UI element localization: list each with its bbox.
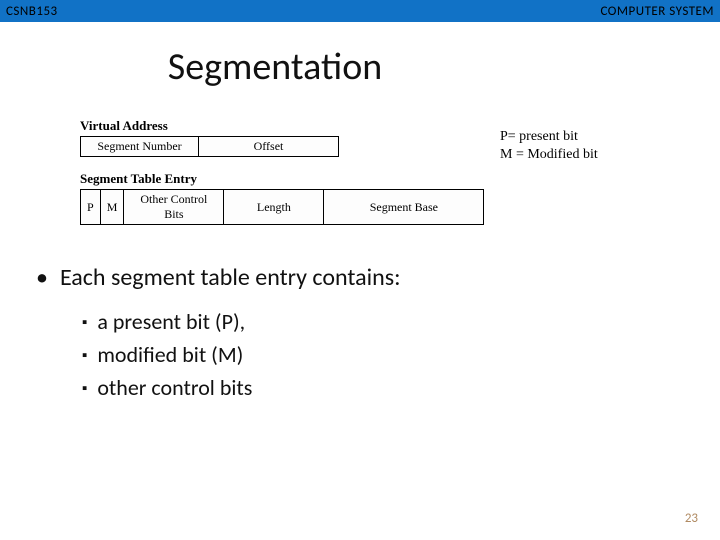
course-title: COMPUTER SYSTEM	[600, 4, 714, 19]
legend-text: P= present bit M = Modified bit	[500, 128, 650, 164]
slide-title: Segmentation	[0, 44, 720, 90]
sub-bullet-3: other control bits	[82, 374, 684, 401]
main-bullet: Each segment table entry contains:	[36, 263, 684, 292]
legend-p: P= present bit	[500, 128, 650, 146]
ste-segment-base-cell: Segment Base	[324, 190, 484, 225]
segment-table-entry-label: Segment Table Entry	[80, 171, 640, 187]
va-offset-cell: Offset	[199, 137, 339, 157]
sub-bullet-1: a present bit (P),	[82, 308, 684, 335]
slide-header: CSNB153 COMPUTER SYSTEM	[0, 0, 720, 22]
bullet-content: Each segment table entry contains: a pre…	[0, 263, 720, 401]
virtual-address-table: Segment Number Offset	[80, 136, 339, 157]
ste-other-control-bits-cell: Other Control Bits	[124, 190, 224, 225]
va-segment-number-cell: Segment Number	[81, 137, 199, 157]
course-code: CSNB153	[6, 4, 58, 19]
segmentation-diagram: Virtual Address Segment Number Offset P=…	[80, 118, 640, 225]
ste-p-cell: P	[81, 190, 101, 225]
sub-bullet-2: modified bit (M)	[82, 341, 684, 368]
segment-table-entry-table: P M Other Control Bits Length Segment Ba…	[80, 189, 484, 225]
page-number: 23	[685, 511, 698, 526]
ste-m-cell: M	[100, 190, 124, 225]
ste-length-cell: Length	[224, 190, 324, 225]
legend-m: M = Modified bit	[500, 146, 650, 164]
